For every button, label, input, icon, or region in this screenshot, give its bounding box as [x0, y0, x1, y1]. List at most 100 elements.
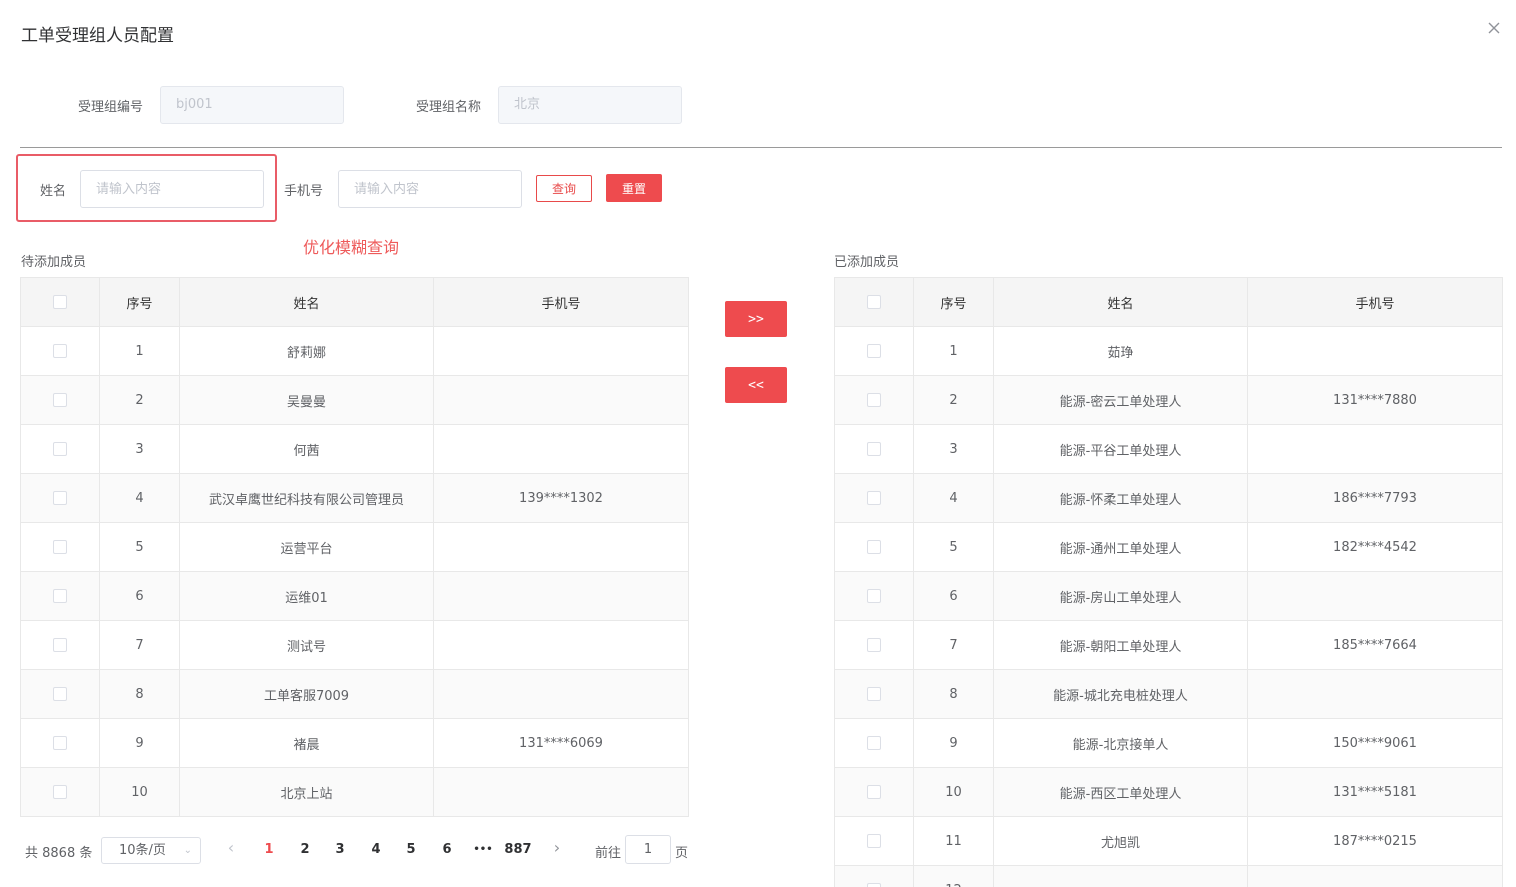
row-checkbox[interactable] [867, 687, 881, 701]
row-checkbox[interactable] [867, 834, 881, 848]
table-row[interactable]: 6 运维01 [20, 571, 689, 621]
group-code-input[interactable]: bj001 [160, 86, 344, 124]
row-checkbox[interactable] [53, 344, 67, 358]
row-index: 2 [99, 375, 180, 425]
add-members-button[interactable]: >> [725, 301, 787, 337]
row-checkbox[interactable] [53, 736, 67, 750]
next-page-button[interactable]: › [547, 838, 567, 857]
row-checkbox[interactable] [53, 638, 67, 652]
row-checkbox[interactable] [53, 589, 67, 603]
table-row[interactable]: 9 褚晨 131****6069 [20, 718, 689, 768]
column-header-name: 姓名 [179, 277, 434, 327]
row-checkbox[interactable] [867, 736, 881, 750]
row-select-cell [834, 424, 914, 474]
table-row[interactable]: 7 测试号 [20, 620, 689, 670]
select-all-cell [20, 277, 100, 327]
table-row[interactable]: 5 能源-通州工单处理人 182****4542 [834, 522, 1503, 572]
query-button[interactable]: 查询 [536, 175, 592, 202]
table-header-row: 序号 姓名 手机号 [834, 277, 1503, 327]
row-index: 7 [99, 620, 180, 670]
table-row[interactable]: 1 茹琤 [834, 326, 1503, 376]
table-row[interactable]: 5 运营平台 [20, 522, 689, 572]
row-index: 12 [913, 865, 994, 887]
row-select-cell [20, 326, 100, 376]
table-row[interactable]: 3 能源-平谷工单处理人 [834, 424, 1503, 474]
page-button-3[interactable]: 3 [328, 842, 352, 857]
table-row[interactable]: 9 能源-北京接单人 150****9061 [834, 718, 1503, 768]
table-row[interactable]: 11 尤旭凯 187****0215 [834, 816, 1503, 866]
table-row[interactable]: 2 吴曼曼 [20, 375, 689, 425]
page-button-5[interactable]: 5 [399, 842, 423, 857]
select-all-checkbox[interactable] [867, 295, 881, 309]
reset-button[interactable]: 重置 [606, 174, 662, 202]
table-row[interactable]: 10 北京上站 [20, 767, 689, 817]
table-row[interactable]: 3 何茜 [20, 424, 689, 474]
close-icon [1488, 22, 1500, 34]
table-row[interactable]: 10 能源-西区工单处理人 131****5181 [834, 767, 1503, 817]
row-checkbox[interactable] [867, 589, 881, 603]
added-members-table: 序号 姓名 手机号 1 茹琤 2 能源-密云工单处理人 131****7880 3 能源-平… [834, 277, 1503, 887]
row-checkbox[interactable] [53, 785, 67, 799]
pagination-total: 共 8868 条 [25, 846, 93, 861]
row-checkbox[interactable] [53, 687, 67, 701]
table-row[interactable]: 6 能源-房山工单处理人 [834, 571, 1503, 621]
table-row[interactable]: 4 武汉卓鹰世纪科技有限公司管理员 139****1302 [20, 473, 689, 523]
page-button-1[interactable]: 1 [257, 842, 281, 857]
row-select-cell [20, 473, 100, 523]
row-checkbox[interactable] [867, 491, 881, 505]
row-checkbox[interactable] [867, 442, 881, 456]
row-checkbox[interactable] [53, 393, 67, 407]
goto-prefix: 前往 [595, 846, 622, 861]
annotation-text: 优化模糊查询 [303, 238, 400, 257]
table-row[interactable]: 4 能源-怀柔工单处理人 186****7793 [834, 473, 1503, 523]
close-button[interactable] [1484, 18, 1504, 38]
page-size-value: 10条/页 [119, 843, 166, 858]
row-checkbox[interactable] [867, 785, 881, 799]
row-select-cell [834, 522, 914, 572]
row-checkbox[interactable] [867, 883, 881, 887]
table-row[interactable]: 7 能源-朝阳工单处理人 185****7664 [834, 620, 1503, 670]
row-checkbox[interactable] [867, 540, 881, 554]
row-checkbox[interactable] [53, 491, 67, 505]
prev-page-button[interactable]: ‹ [221, 838, 241, 857]
phone-filter-label: 手机号 [284, 184, 324, 199]
more-pages-button[interactable]: ••• [471, 844, 495, 855]
select-all-checkbox[interactable] [53, 295, 67, 309]
row-select-cell [834, 669, 914, 719]
row-select-cell [20, 571, 100, 621]
row-name: 何茜 [179, 424, 434, 474]
row-phone: 182****4542 [1247, 522, 1503, 572]
row-index: 2 [913, 375, 994, 425]
row-checkbox[interactable] [53, 442, 67, 456]
row-name: 能源-平谷工单处理人 [993, 424, 1248, 474]
page-button-4[interactable]: 4 [364, 842, 388, 857]
remove-members-button[interactable]: << [725, 367, 787, 403]
row-checkbox[interactable] [867, 344, 881, 358]
row-checkbox[interactable] [53, 540, 67, 554]
row-checkbox[interactable] [867, 393, 881, 407]
table-row[interactable]: 12 [834, 865, 1503, 887]
row-checkbox[interactable] [867, 638, 881, 652]
row-index: 11 [913, 816, 994, 866]
page-size-select[interactable]: 10条/页 ⌄ [101, 837, 201, 864]
goto-page-input[interactable] [625, 835, 671, 864]
row-index: 6 [99, 571, 180, 621]
group-name-input[interactable]: 北京 [498, 86, 682, 124]
page-button-2[interactable]: 2 [293, 842, 317, 857]
page-button-887[interactable]: 887 [502, 842, 534, 857]
table-row[interactable]: 1 舒莉娜 [20, 326, 689, 376]
name-filter-input[interactable] [80, 170, 264, 208]
row-select-cell [834, 473, 914, 523]
phone-filter-input[interactable] [338, 170, 522, 208]
page-button-6[interactable]: 6 [435, 842, 459, 857]
name-filter-label: 姓名 [40, 184, 67, 199]
table-row[interactable]: 8 工单客服7009 [20, 669, 689, 719]
table-header-row: 序号 姓名 手机号 [20, 277, 689, 327]
row-phone: 186****7793 [1247, 473, 1503, 523]
table-row[interactable]: 8 能源-城北充电桩处理人 [834, 669, 1503, 719]
row-index: 5 [913, 522, 994, 572]
pagination: 共 8868 条 10条/页 ⌄ ‹ 1 2 3 4 5 6 ••• 887 ›… [20, 835, 710, 865]
table-row[interactable]: 2 能源-密云工单处理人 131****7880 [834, 375, 1503, 425]
row-name: 吴曼曼 [179, 375, 434, 425]
row-phone [1247, 865, 1503, 887]
